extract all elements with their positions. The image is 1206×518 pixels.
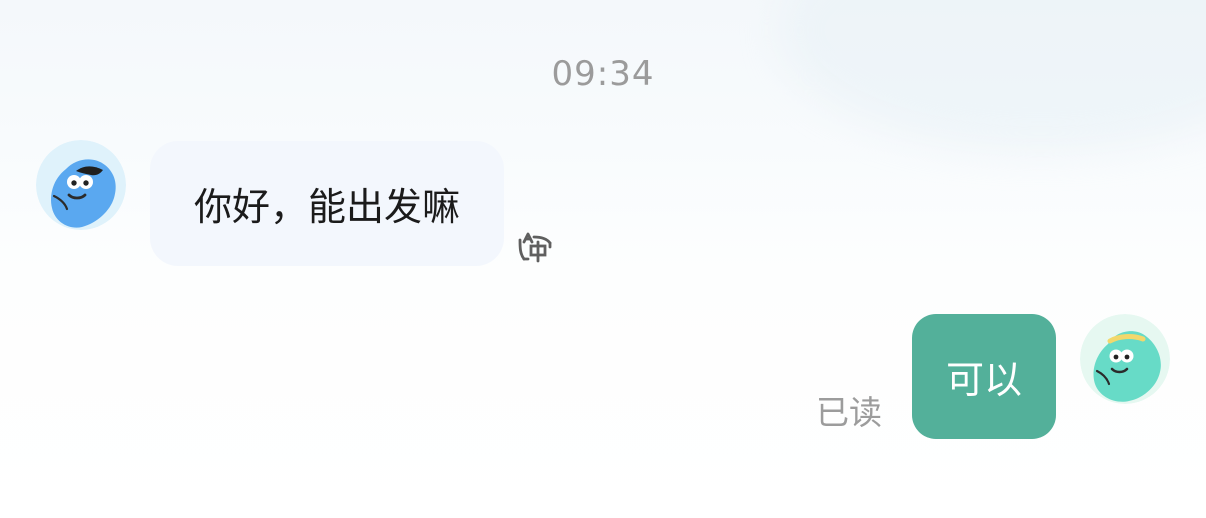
- outgoing-avatar[interactable]: [1080, 314, 1170, 404]
- blue-character-avatar-icon: [36, 140, 126, 230]
- outgoing-message-text: 可以: [945, 358, 1022, 402]
- incoming-message-bubble[interactable]: 你好，能出发嘛: [150, 141, 504, 266]
- incoming-avatar[interactable]: [36, 140, 126, 230]
- translate-icon: [518, 232, 552, 263]
- chat-screen: 09:34 你好，能出发嘛 已读 可以: [0, 0, 1206, 518]
- outgoing-message-bubble[interactable]: 可以: [912, 314, 1056, 439]
- read-receipt: 已读: [816, 393, 882, 432]
- translate-button[interactable]: [516, 229, 554, 267]
- teal-character-avatar-icon: [1080, 314, 1170, 404]
- message-timestamp: 09:34: [551, 54, 655, 94]
- incoming-message-text: 你好，能出发嘛: [193, 185, 460, 229]
